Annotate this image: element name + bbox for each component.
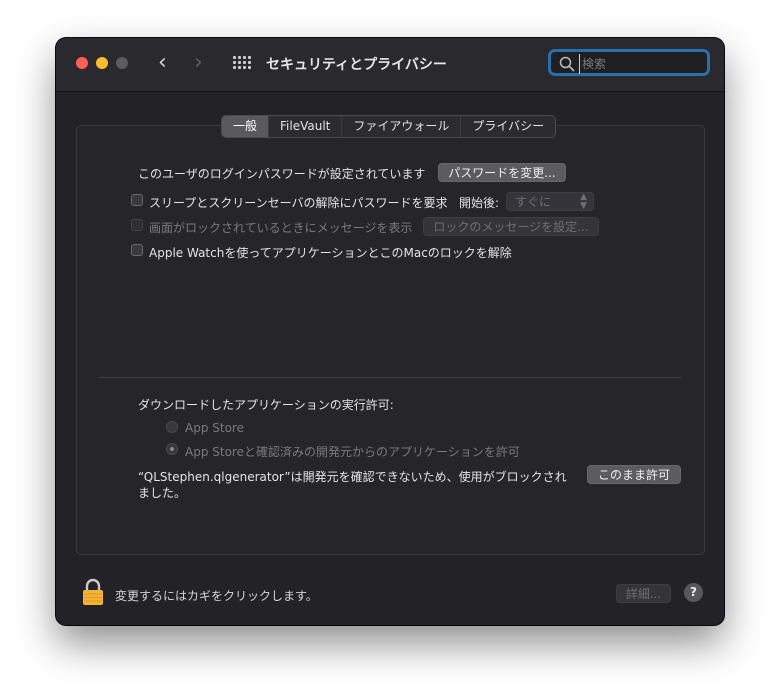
apple-watch-label: Apple Watchを使ってアプリケーションとこのMacのロックを解除	[149, 246, 512, 260]
require-password-label: スリープとスクリーンセーバの解除にパスワードを要求	[149, 196, 448, 210]
set-lock-message-button[interactable]: ロックのメッセージを設定...	[423, 217, 599, 236]
security-privacy-window: ‹ › セキュリティとプライバシー 一般 FileVault ファイアウォール …	[56, 38, 724, 625]
radio-app-store-label: App Store	[185, 421, 244, 435]
help-button[interactable]: ?	[684, 583, 703, 602]
require-password-delay-select[interactable]: すぐに ▲ ▼	[506, 192, 594, 211]
window-title: セキュリティとプライバシー	[266, 57, 447, 73]
close-window-button[interactable]	[76, 57, 88, 69]
lock-message-checkbox[interactable]	[131, 219, 143, 231]
titlebar: ‹ › セキュリティとプライバシー	[56, 38, 724, 92]
change-password-button[interactable]: パスワードを変更...	[438, 163, 566, 182]
lock-icon[interactable]	[82, 578, 104, 606]
lock-hint-text: 変更するにはカギをクリックします。	[115, 589, 318, 603]
back-chevron-icon[interactable]: ‹	[158, 52, 167, 74]
advanced-button[interactable]: 詳細...	[616, 584, 671, 603]
search-input[interactable]	[579, 54, 708, 74]
search-field[interactable]	[548, 49, 710, 76]
blocked-app-message-line1: “QLStephen.qlgenerator”は開発元を確認できないため、使用が…	[138, 470, 567, 484]
show-all-grid-icon[interactable]	[233, 56, 251, 71]
require-password-delay-value: すぐに	[515, 195, 552, 209]
tab-general[interactable]: 一般	[222, 116, 270, 137]
lock-message-label: 画面がロックされているときにメッセージを表示	[149, 221, 413, 235]
minimize-window-button[interactable]	[96, 57, 108, 69]
updown-chevron-icon: ▲ ▼	[580, 192, 587, 211]
zoom-window-button[interactable]	[116, 57, 128, 69]
radio-app-store-identified[interactable]	[166, 443, 178, 455]
search-icon	[559, 56, 575, 72]
blocked-app-message-line2: ました。	[138, 486, 187, 500]
tab-bar: 一般 FileVault ファイアウォール プライバシー	[221, 115, 557, 138]
section-divider	[98, 377, 681, 378]
downloads-heading: ダウンロードしたアプリケーションの実行許可:	[138, 398, 394, 412]
require-password-after-label: 開始後:	[459, 196, 500, 210]
login-password-text: このユーザのログインパスワードが設定されています	[138, 167, 426, 181]
radio-app-store[interactable]	[166, 421, 178, 433]
tab-firewall[interactable]: ファイアウォール	[342, 116, 462, 137]
apple-watch-checkbox[interactable]	[131, 244, 143, 256]
require-password-checkbox[interactable]	[131, 194, 143, 206]
tab-privacy[interactable]: プライバシー	[461, 116, 555, 137]
radio-app-store-identified-label: App Storeと確認済みの開発元からのアプリケーションを許可	[185, 445, 520, 459]
allow-anyway-button[interactable]: このまま許可	[587, 465, 681, 484]
forward-chevron-icon[interactable]: ›	[194, 52, 203, 74]
tab-filevault[interactable]: FileVault	[269, 116, 343, 137]
